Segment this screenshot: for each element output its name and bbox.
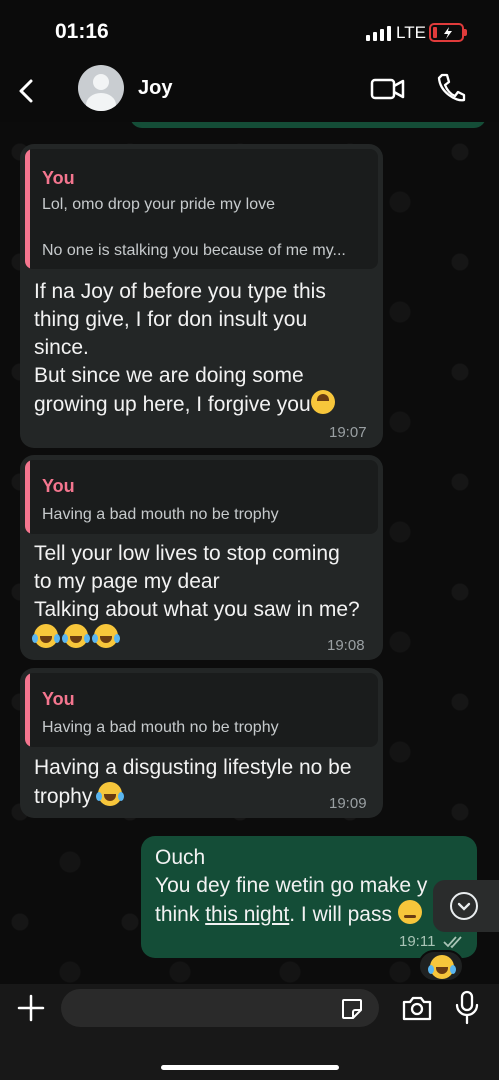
message-time: 19:07 — [329, 424, 367, 441]
quote-text: Having a bad mouth no be trophy — [42, 719, 279, 736]
status-time: 01:16 — [55, 20, 109, 43]
message-incoming[interactable]: You Lol, omo drop your pride my love No … — [20, 144, 383, 448]
message-input[interactable] — [61, 989, 379, 1027]
quote-text: Having a bad mouth no be trophy — [42, 506, 279, 523]
tears-of-joy-icon — [32, 624, 60, 648]
battery-icon — [429, 23, 467, 42]
phone-icon[interactable] — [436, 72, 466, 104]
message-time: 19:08 — [327, 637, 365, 654]
quoted-message[interactable]: You Having a bad mouth no be trophy — [25, 460, 378, 534]
home-indicator — [161, 1065, 339, 1070]
previous-message-edge — [130, 122, 486, 128]
quote-author: You — [42, 689, 75, 709]
relieved-face-icon — [397, 900, 422, 924]
message-incoming[interactable]: You Having a bad mouth no be trophy Havi… — [20, 668, 383, 818]
message-incoming[interactable]: You Having a bad mouth no be trophy Tell… — [20, 455, 383, 660]
chevron-left-icon[interactable] — [12, 76, 42, 106]
signal-icon — [366, 26, 391, 41]
avatar[interactable] — [78, 65, 124, 111]
plus-icon[interactable] — [16, 993, 46, 1023]
double-check-icon — [443, 936, 462, 949]
quote-author: You — [42, 476, 75, 496]
video-camera-icon[interactable] — [370, 74, 406, 104]
tears-of-joy-icon — [91, 624, 120, 648]
tears-of-joy-icon — [61, 624, 90, 648]
chevron-down-icon — [457, 902, 471, 911]
camera-icon[interactable] — [401, 994, 433, 1022]
message-text: Ouch You dey fine wetin go make y think … — [155, 846, 428, 926]
quote-text: No one is stalking you because of me my.… — [42, 242, 346, 259]
message-list[interactable]: You Lol, omo drop your pride my love No … — [0, 122, 499, 984]
tears-of-joy-icon — [428, 955, 456, 979]
message-outgoing[interactable]: Ouch You dey fine wetin go make y think … — [141, 836, 477, 958]
microphone-icon[interactable] — [454, 990, 480, 1026]
network-label: LTE — [396, 23, 426, 42]
scroll-to-bottom-button[interactable] — [433, 880, 499, 932]
quote-author: You — [42, 168, 75, 188]
quoted-message[interactable]: You Lol, omo drop your pride my love No … — [25, 149, 378, 269]
composer-bar — [0, 984, 499, 1080]
reaction-badge[interactable] — [418, 950, 464, 982]
link-text[interactable]: this night — [205, 903, 289, 926]
quoted-message[interactable]: You Having a bad mouth no be trophy — [25, 673, 378, 747]
tears-of-joy-icon — [96, 782, 125, 806]
status-bar: 01:16 LTE — [0, 0, 499, 62]
message-text: Tell your low lives to stop coming to my… — [32, 540, 360, 653]
chat-header: Joy — [0, 62, 499, 122]
upside-down-face-icon — [310, 390, 335, 414]
message-text: If na Joy of before you type this thing … — [34, 278, 335, 419]
quote-text: Lol, omo drop your pride my love — [42, 196, 275, 213]
message-time: 19:09 — [329, 795, 367, 812]
sticker-icon[interactable] — [340, 997, 364, 1021]
message-time: 19:11 — [399, 933, 436, 950]
message-text: Having a disgusting lifestyle no be trop… — [34, 756, 352, 808]
contact-name[interactable]: Joy — [138, 77, 172, 100]
